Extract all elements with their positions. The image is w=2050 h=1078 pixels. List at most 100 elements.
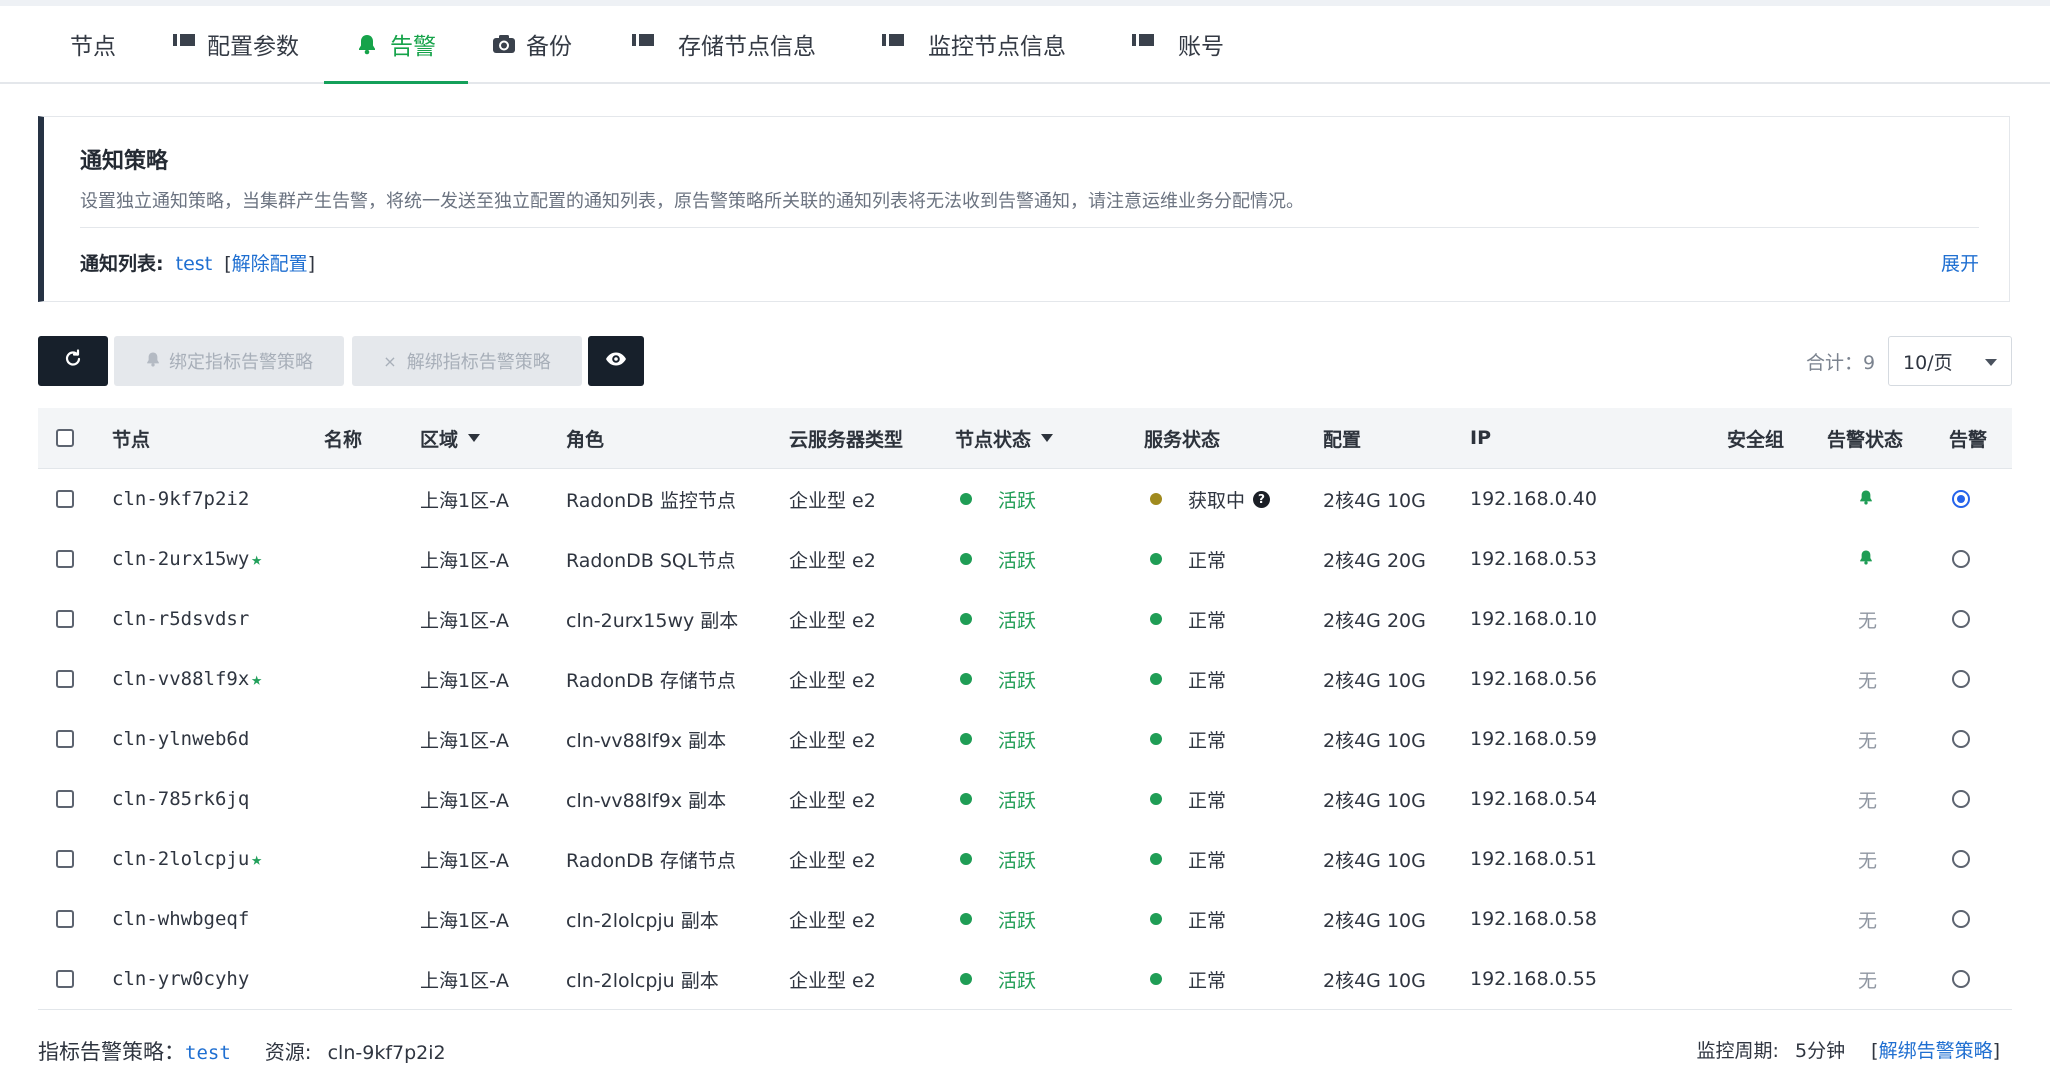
- node-id[interactable]: cln-9kf7p2i2: [112, 488, 249, 510]
- alarm-radio[interactable]: [1952, 610, 1970, 628]
- node-status-text: 活跃: [998, 489, 1037, 512]
- bind-alarm-policy-button[interactable]: 绑定指标告警策略: [114, 336, 344, 386]
- role-cell: cln-vv88lf9x 副本: [566, 729, 727, 752]
- row-checkbox[interactable]: [56, 850, 74, 868]
- node-id[interactable]: cln-ylnweb6d: [112, 728, 249, 750]
- alarm-radio[interactable]: [1952, 550, 1970, 568]
- tab-accounts[interactable]: 账号: [1132, 6, 1224, 82]
- row-checkbox[interactable]: [56, 670, 74, 688]
- node-id[interactable]: cln-2urx15wy: [112, 548, 249, 570]
- alarm-radio-cell: [1952, 649, 1970, 709]
- help-icon[interactable]: ?: [1253, 490, 1271, 508]
- table-row[interactable]: cln-whwbgeqf 上海1区-A cln-2lolcpju 副本 企业型 e2 活…: [38, 889, 2012, 950]
- alarm-radio[interactable]: [1952, 910, 1970, 928]
- node-id[interactable]: cln-yrw0cyhy: [112, 968, 249, 990]
- status-dot-icon: [960, 613, 972, 625]
- bell-icon[interactable]: [1858, 548, 1874, 570]
- alarm-radio-cell: [1952, 889, 1970, 949]
- row-checkbox[interactable]: [56, 490, 74, 508]
- unbind-alarm-policy-link[interactable]: 解绑告警策略: [1879, 1040, 1993, 1062]
- node-id-cell: cln-2urx15wy ★: [112, 529, 262, 589]
- select-all-checkbox[interactable]: [56, 429, 74, 447]
- expand-link[interactable]: 展开: [1941, 249, 1979, 276]
- app-root: 节点 配置参数 告警 备份 存储节点信息 监控节点信息 账号 通知策略 设置独立…: [0, 0, 2050, 1078]
- page-size-select[interactable]: 10/页: [1888, 336, 2012, 386]
- tab-nodes[interactable]: 节点: [36, 6, 116, 82]
- row-select-cell: [56, 649, 74, 709]
- service-status-cell: 正常: [1150, 769, 1226, 829]
- node-id[interactable]: cln-r5dsvdsr: [112, 608, 249, 630]
- node-id[interactable]: cln-vv88lf9x: [112, 668, 249, 690]
- status-dot-icon: [1150, 853, 1162, 865]
- server-type-cell: 企业型 e2: [789, 609, 876, 632]
- tab-config-params[interactable]: 配置参数: [173, 6, 299, 82]
- notification-policy-panel: 通知策略 设置独立通知策略，当集群产生告警，将统一发送至独立配置的通知列表，原告…: [38, 116, 2010, 302]
- row-checkbox[interactable]: [56, 910, 74, 928]
- close-icon: ×: [383, 351, 397, 371]
- alarm-status-cell: 无: [1858, 729, 1878, 752]
- table-row[interactable]: cln-785rk6jq 上海1区-A cln-vv88lf9x 副本 企业型 e2 活…: [38, 769, 2012, 830]
- alarm-radio[interactable]: [1952, 730, 1970, 748]
- config-cell: 2核4G 10G: [1323, 489, 1426, 512]
- node-id[interactable]: cln-2lolcpju: [112, 848, 249, 870]
- node-status-cell: 活跃: [960, 949, 1036, 1009]
- alarm-status-cell: 无: [1858, 669, 1878, 692]
- node-id[interactable]: cln-785rk6jq: [112, 788, 249, 810]
- header-zone[interactable]: 区域: [420, 408, 481, 468]
- refresh-button[interactable]: [38, 336, 108, 386]
- status-dot-icon: [960, 973, 972, 985]
- alarm-radio[interactable]: [1952, 490, 1970, 508]
- page-size-value: 10/页: [1903, 351, 1953, 374]
- table-row[interactable]: cln-9kf7p2i2 上海1区-A RadonDB 监控节点 企业型 e2 活跃 获取…: [38, 469, 2012, 530]
- tab-backup[interactable]: 备份: [492, 6, 572, 82]
- node-id[interactable]: cln-whwbgeqf: [112, 908, 249, 930]
- footer-right: 监控周期: 5分钟 [解绑告警策略]: [1697, 1036, 2000, 1063]
- bell-icon[interactable]: [1858, 488, 1874, 510]
- remove-config-link[interactable]: 解除配置: [232, 253, 308, 275]
- period-label: 监控周期:: [1696, 1040, 1779, 1062]
- table-row[interactable]: cln-ylnweb6d 上海1区-A cln-vv88lf9x 副本 企业型 e2 活…: [38, 709, 2012, 770]
- tab-alarm[interactable]: 告警: [324, 6, 468, 84]
- tab-label: 配置参数: [207, 34, 299, 60]
- tab-storage-nodes[interactable]: 存储节点信息: [632, 6, 816, 82]
- node-id-cell: cln-vv88lf9x ★: [112, 649, 262, 709]
- service-status-cell: 正常: [1150, 649, 1226, 709]
- column-visibility-button[interactable]: [588, 336, 644, 386]
- node-status-text: 活跃: [998, 609, 1037, 632]
- node-status-cell: 活跃: [960, 649, 1036, 709]
- alarm-radio[interactable]: [1952, 850, 1970, 868]
- alarm-radio[interactable]: [1952, 970, 1970, 988]
- table-row[interactable]: cln-2urx15wy ★ 上海1区-A RadonDB SQL节点 企业型 e2 活跃…: [38, 529, 2012, 590]
- row-select-cell: [56, 589, 74, 649]
- table-row[interactable]: cln-yrw0cyhy 上海1区-A cln-2lolcpju 副本 企业型 e2 活…: [38, 949, 2012, 1010]
- row-checkbox[interactable]: [56, 550, 74, 568]
- service-status-text: 正常: [1188, 789, 1227, 812]
- config-cell: 2核4G 10G: [1323, 969, 1426, 992]
- table-row[interactable]: cln-2lolcpju ★ 上海1区-A RadonDB 存储节点 企业型 e2 活跃 正…: [38, 829, 2012, 890]
- notice-description: 设置独立通知策略，当集群产生告警，将统一发送至独立配置的通知列表，原告警策略所关…: [80, 191, 1304, 212]
- row-checkbox[interactable]: [56, 790, 74, 808]
- server-type-cell: 企业型 e2: [789, 789, 876, 812]
- server-type-cell: 企业型 e2: [789, 489, 876, 512]
- node-status-text: 活跃: [998, 669, 1037, 692]
- row-checkbox[interactable]: [56, 610, 74, 628]
- table-row[interactable]: cln-vv88lf9x ★ 上海1区-A RadonDB 存储节点 企业型 e2 活跃 正…: [38, 649, 2012, 710]
- server-type-cell: 企业型 e2: [789, 909, 876, 932]
- ip-cell: 192.168.0.59: [1470, 728, 1597, 750]
- notification-list-link[interactable]: test: [176, 253, 213, 275]
- header-node: 节点: [112, 428, 151, 451]
- alarm-radio-cell: [1952, 529, 1970, 589]
- tab-monitor-nodes[interactable]: 监控节点信息: [882, 6, 1066, 82]
- header-node-status[interactable]: 节点状态: [955, 408, 1054, 468]
- zone-cell: 上海1区-A: [420, 549, 509, 572]
- row-checkbox[interactable]: [56, 970, 74, 988]
- alarm-radio[interactable]: [1952, 670, 1970, 688]
- alarm-radio[interactable]: [1952, 790, 1970, 808]
- ip-cell: 192.168.0.40: [1470, 488, 1597, 510]
- total-count: 合计：9: [1806, 352, 1876, 374]
- status-dot-icon: [960, 733, 972, 745]
- policy-link[interactable]: test: [185, 1042, 231, 1064]
- unbind-alarm-policy-button[interactable]: × 解绑指标告警策略: [352, 336, 582, 386]
- table-row[interactable]: cln-r5dsvdsr 上海1区-A cln-2urx15wy 副本 企业型 e2 活…: [38, 589, 2012, 650]
- row-checkbox[interactable]: [56, 730, 74, 748]
